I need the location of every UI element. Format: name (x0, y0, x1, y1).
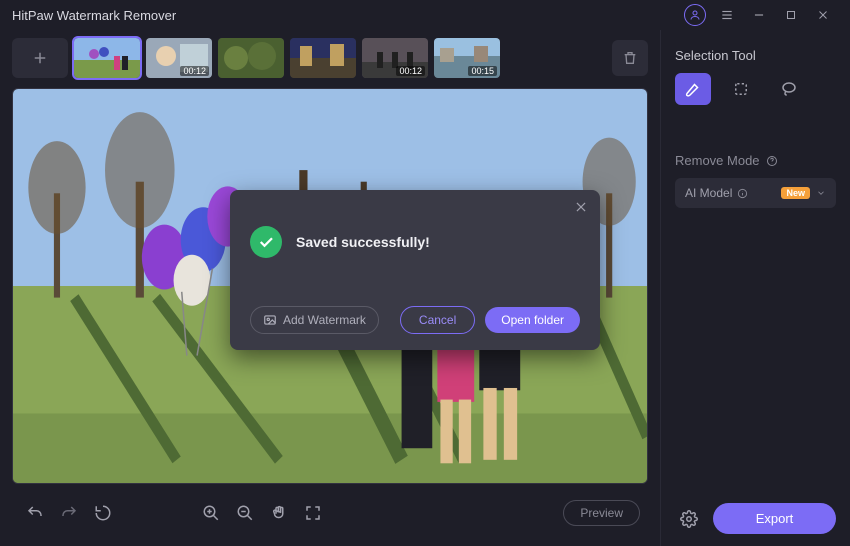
reset-icon[interactable] (88, 498, 118, 528)
app-title: HitPaw Watermark Remover (12, 8, 176, 23)
thumbnail[interactable]: 00:15 (434, 38, 500, 78)
export-button[interactable]: Export (713, 503, 836, 534)
success-check-icon (250, 226, 282, 258)
preview-button[interactable]: Preview (563, 500, 640, 526)
cancel-button[interactable]: Cancel (400, 306, 475, 334)
titlebar: HitPaw Watermark Remover (0, 0, 850, 30)
chevron-down-icon (816, 188, 826, 198)
saved-dialog: Saved successfully! Add Watermark Cancel… (230, 190, 600, 350)
bottom-toolbar: Preview (12, 492, 648, 534)
pan-icon[interactable] (264, 498, 294, 528)
thumbnail-strip: 00:12 00:12 00:15 (12, 38, 648, 78)
thumbnail[interactable] (290, 38, 356, 78)
new-badge: New (781, 187, 810, 199)
close-icon[interactable] (808, 3, 838, 27)
redo-icon[interactable] (54, 498, 84, 528)
thumbnail[interactable]: 00:12 (146, 38, 212, 78)
maximize-icon[interactable] (776, 3, 806, 27)
brush-tool[interactable] (675, 73, 711, 105)
mode-value: AI Model (685, 186, 732, 200)
thumbnail[interactable]: 00:12 (362, 38, 428, 78)
thumbnail[interactable] (74, 38, 140, 78)
zoom-in-icon[interactable] (196, 498, 226, 528)
add-media-button[interactable] (12, 38, 68, 78)
lasso-tool[interactable] (771, 73, 807, 105)
menu-icon[interactable] (712, 3, 742, 27)
info-icon (737, 188, 748, 199)
add-watermark-label: Add Watermark (283, 313, 366, 327)
add-watermark-button[interactable]: Add Watermark (250, 306, 379, 334)
selection-tools (675, 73, 836, 105)
undo-icon[interactable] (20, 498, 50, 528)
window-controls (680, 3, 838, 27)
main-panel: 00:12 00:12 00:15 (0, 30, 660, 546)
dialog-message: Saved successfully! (296, 234, 430, 250)
minimize-icon[interactable] (744, 3, 774, 27)
marquee-tool[interactable] (723, 73, 759, 105)
content: 00:12 00:12 00:15 (0, 30, 850, 546)
side-panel: Selection Tool Remove Mode AI Model New (660, 30, 850, 546)
help-icon[interactable] (766, 155, 778, 167)
fit-screen-icon[interactable] (298, 498, 328, 528)
settings-icon[interactable] (675, 505, 703, 533)
mode-dropdown[interactable]: AI Model New (675, 178, 836, 208)
thumbnail-duration: 00:12 (180, 66, 209, 76)
zoom-out-icon[interactable] (230, 498, 260, 528)
thumbnail[interactable] (218, 38, 284, 78)
open-folder-button[interactable]: Open folder (485, 307, 580, 333)
thumbnail-duration: 00:12 (396, 66, 425, 76)
delete-button[interactable] (612, 40, 648, 76)
profile-icon[interactable] (680, 3, 710, 27)
remove-mode-label: Remove Mode (675, 153, 836, 168)
dialog-close-icon[interactable] (574, 200, 588, 214)
selection-tool-label: Selection Tool (675, 48, 836, 63)
thumbnail-duration: 00:15 (468, 66, 497, 76)
